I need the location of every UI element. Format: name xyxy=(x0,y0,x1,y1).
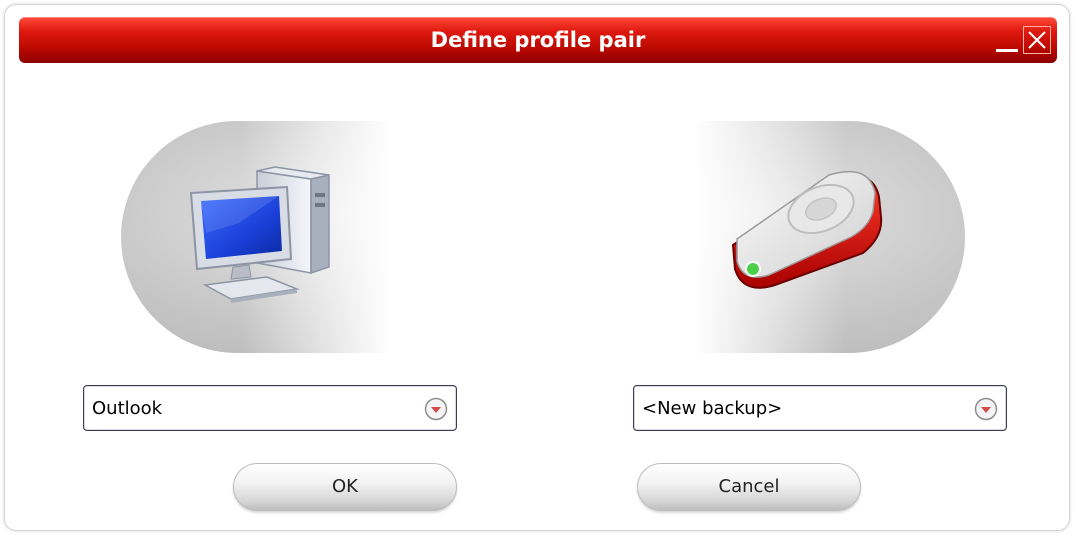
target-panel xyxy=(695,121,965,353)
dropdown-arrow-icon[interactable] xyxy=(974,397,998,421)
desktop-computer-icon xyxy=(189,166,330,303)
external-drive-icon xyxy=(731,170,883,289)
dialog-window: Define profile pair Outlook <New backup>… xyxy=(4,4,1070,531)
target-profile-select[interactable]: <New backup> xyxy=(633,385,1007,431)
ok-button[interactable]: OK xyxy=(233,463,457,511)
target-profile-value: <New backup> xyxy=(642,398,783,419)
close-icon xyxy=(1028,31,1046,49)
source-panel xyxy=(121,121,391,353)
minimize-button[interactable] xyxy=(993,26,1021,54)
close-button[interactable] xyxy=(1023,26,1051,54)
dropdown-arrow-icon[interactable] xyxy=(424,397,448,421)
source-profile-select[interactable]: Outlook xyxy=(83,385,457,431)
source-profile-value: Outlook xyxy=(92,398,163,419)
window-title: Define profile pair xyxy=(430,28,646,52)
title-bar[interactable]: Define profile pair xyxy=(19,17,1057,63)
cancel-button[interactable]: Cancel xyxy=(637,463,861,511)
